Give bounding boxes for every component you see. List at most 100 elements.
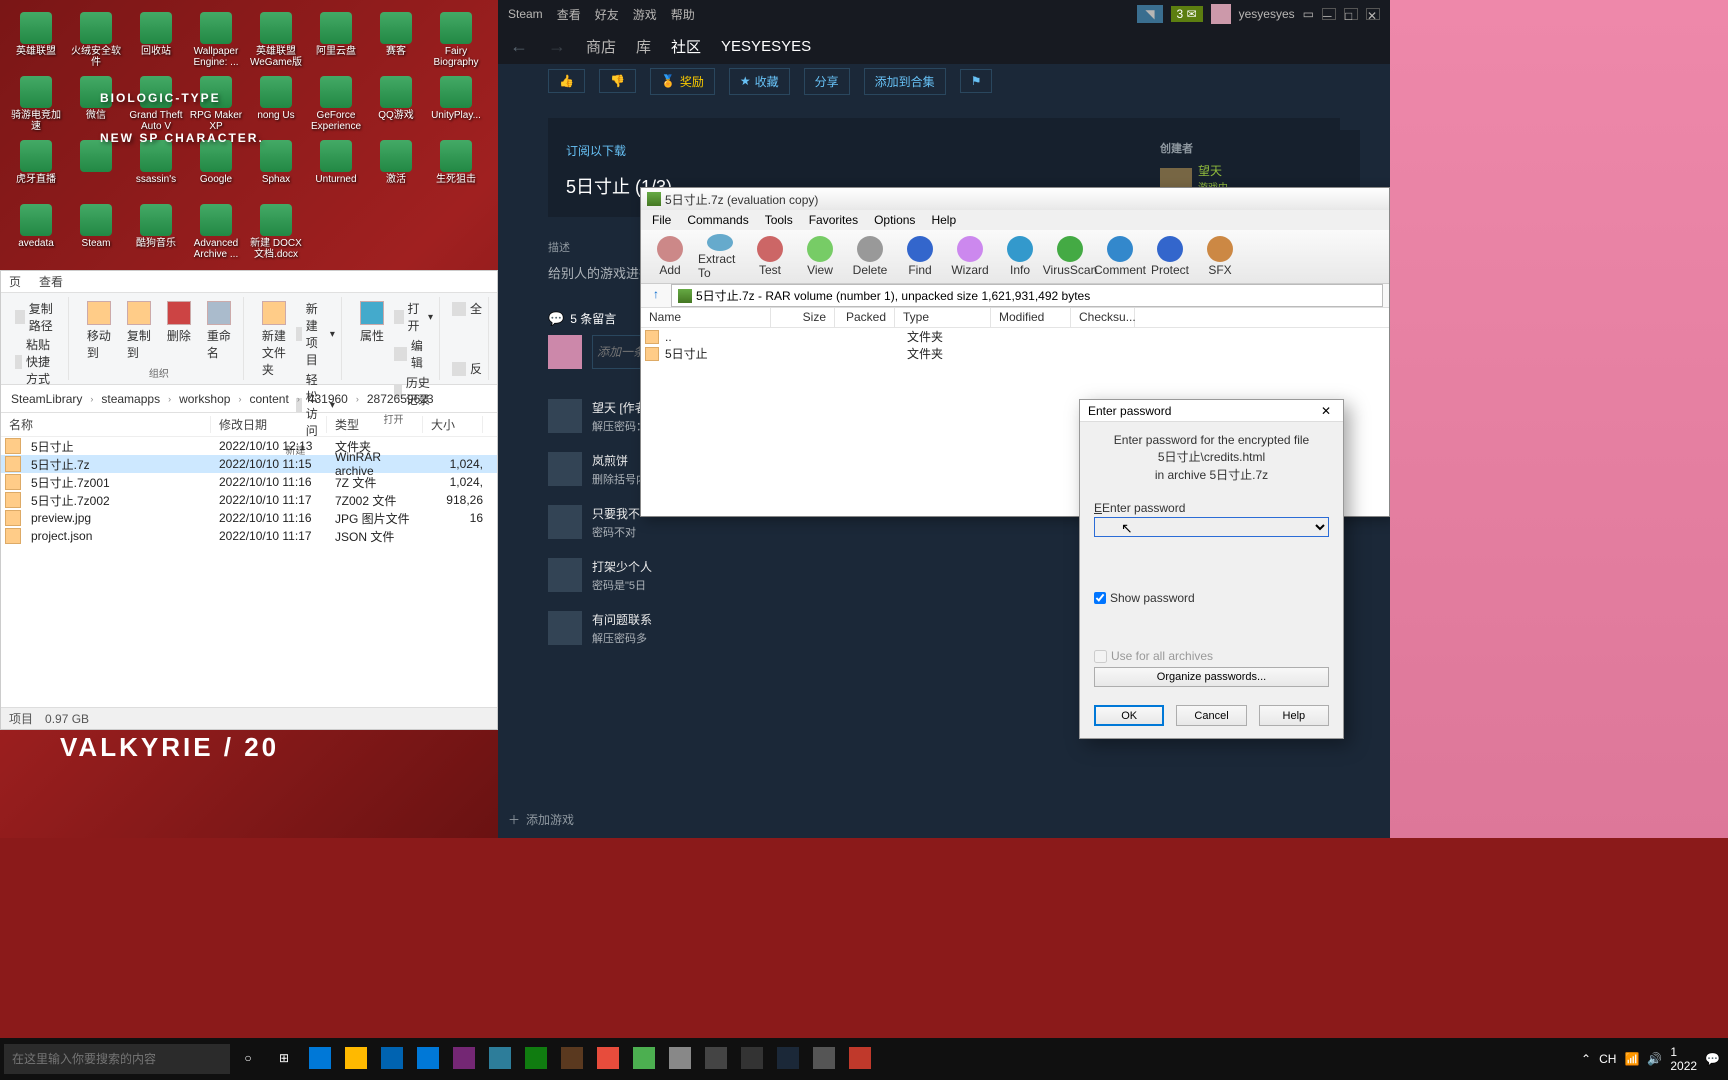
desktop-icon[interactable]: UnityPlay... <box>428 72 484 132</box>
copy-to-button[interactable]: 复制到 <box>121 299 157 363</box>
taskbar-app[interactable] <box>698 1038 734 1080</box>
winrar-tool-find[interactable]: Find <box>897 233 943 281</box>
col-packed[interactable]: Packed <box>835 308 895 327</box>
desktop-icon[interactable]: Advanced Archive ... <box>188 200 244 260</box>
back-button[interactable]: ← <box>510 36 528 57</box>
col-modified[interactable]: Modified <box>991 308 1071 327</box>
notification-center-icon[interactable]: 💬 <box>1705 1052 1720 1066</box>
organize-passwords-button[interactable]: Organize passwords... <box>1094 667 1329 687</box>
col-size[interactable]: Size <box>771 308 835 327</box>
add-game-button[interactable]: ＋ 添加游戏 <box>508 811 574 828</box>
ime-indicator[interactable]: CH <box>1599 1052 1616 1066</box>
steam-menu-item[interactable]: 帮助 <box>671 6 695 23</box>
desktop-icon[interactable]: Wallpaper Engine: ... <box>188 8 244 68</box>
select-all-button[interactable]: 全 <box>452 299 482 318</box>
winrar-menu-item[interactable]: Commands <box>680 211 755 229</box>
file-row[interactable]: 5日寸止.7z2022/10/10 11:15WinRAR archive1,0… <box>1 455 497 473</box>
file-list[interactable]: 5日寸止2022/10/10 12:13文件夹5日寸止.7z2022/10/10… <box>1 437 497 697</box>
favorite-button[interactable]: ★ 收藏 <box>729 68 790 95</box>
comment-avatar[interactable] <box>548 399 582 433</box>
thumbs-down-button[interactable]: 👎 <box>599 69 636 93</box>
taskbar-app[interactable] <box>842 1038 878 1080</box>
taskbar-app[interactable] <box>482 1038 518 1080</box>
winrar-tool-sfx[interactable]: SFX <box>1197 233 1243 281</box>
desktop-icon[interactable]: 英雄联盟 <box>8 8 64 68</box>
winrar-tool-view[interactable]: View <box>797 233 843 281</box>
winrar-menu-item[interactable]: Favorites <box>802 211 865 229</box>
winrar-menu-item[interactable]: Help <box>924 211 963 229</box>
desktop-icon[interactable]: 回收站 <box>128 8 184 68</box>
creator-name[interactable]: 望天 <box>1198 162 1277 179</box>
winrar-titlebar[interactable]: 5日寸止.7z (evaluation copy) <box>641 188 1389 210</box>
desktop-icon[interactable]: Fairy Biography <box>428 8 484 68</box>
winrar-tool-add[interactable]: Add <box>647 233 693 281</box>
winrar-tool-info[interactable]: Info <box>997 233 1043 281</box>
desktop-icon[interactable]: 英雄联盟 WeGame版 <box>248 8 304 68</box>
move-to-button[interactable]: 移动到 <box>81 299 117 363</box>
col-type[interactable]: 类型 <box>327 416 423 433</box>
desktop-icon[interactable]: 骑游电竞加速 <box>8 72 64 132</box>
winrar-tool-comment[interactable]: Comment <box>1097 233 1143 281</box>
tray-overflow-icon[interactable]: ⌃ <box>1581 1052 1591 1066</box>
up-button[interactable]: ↑ <box>647 287 665 305</box>
tab-view[interactable]: 查看 <box>39 273 63 290</box>
add-collection-button[interactable]: 添加到合集 <box>864 68 946 95</box>
winrar-tool-virusscan[interactable]: VirusScan <box>1047 233 1093 281</box>
username[interactable]: yesyesyes <box>1239 7 1295 21</box>
paste-shortcut-button[interactable]: 粘贴快捷方式 <box>26 336 62 387</box>
desktop-icon[interactable]: avedata <box>8 200 64 260</box>
notification-icon[interactable]: ◥ <box>1137 5 1162 23</box>
winrar-pathbar[interactable]: ↑ 5日寸止.7z - RAR volume (number 1), unpac… <box>641 284 1389 308</box>
archive-row[interactable]: ..文件夹 <box>641 328 1389 345</box>
vr-icon[interactable]: ▭ <box>1303 7 1314 21</box>
taskbar-app[interactable] <box>734 1038 770 1080</box>
col-type[interactable]: Type <box>895 308 991 327</box>
nav-profile[interactable]: YESYESYES <box>721 38 811 55</box>
desktop-icon[interactable]: 酷狗音乐 <box>128 200 184 260</box>
taskbar-app[interactable] <box>338 1038 374 1080</box>
system-tray[interactable]: ⌃ CH 📶 🔊 12022 💬 <box>1573 1045 1728 1073</box>
breadcrumb[interactable]: content <box>245 390 292 408</box>
mail-badge[interactable]: 3 ✉ <box>1171 6 1203 22</box>
desktop-icon[interactable]: 新建 DOCX 文档.docx <box>248 200 304 260</box>
edit-button[interactable]: 编辑 <box>394 336 433 372</box>
file-explorer-window[interactable]: 页 查看 复制路径 粘贴快捷方式 移动到 复制到 删除 重命名 组织 新建文件夹… <box>0 270 498 730</box>
desktop-icon[interactable]: 生死狙击 <box>428 136 484 196</box>
desktop-icon[interactable]: 虎牙直播 <box>8 136 64 196</box>
desktop-icon[interactable]: Unturned <box>308 136 364 196</box>
desktop-icon[interactable]: QQ游戏 <box>368 72 424 132</box>
close-icon[interactable]: ✕ <box>1317 404 1335 418</box>
nav-store[interactable]: 商店 <box>586 36 616 57</box>
password-input[interactable] <box>1094 517 1329 537</box>
taskbar-app[interactable] <box>806 1038 842 1080</box>
archive-row[interactable]: 5日寸止文件夹 <box>641 345 1389 362</box>
cortana-button[interactable]: ○ <box>230 1038 266 1080</box>
taskview-button[interactable]: ⊞ <box>266 1038 302 1080</box>
avatar[interactable] <box>1211 4 1231 24</box>
taskbar-app[interactable] <box>590 1038 626 1080</box>
thumbs-up-button[interactable]: 👍 <box>548 69 585 93</box>
clock[interactable]: 12022 <box>1670 1045 1697 1073</box>
taskbar-app[interactable] <box>770 1038 806 1080</box>
breadcrumb[interactable]: 2872659623 <box>363 390 438 408</box>
file-row[interactable]: project.json2022/10/10 11:17JSON 文件 <box>1 527 497 545</box>
ok-button[interactable]: OK <box>1094 705 1164 726</box>
winrar-tool-protect[interactable]: Protect <box>1147 233 1193 281</box>
open-button[interactable]: 打开 ▾ <box>394 299 433 335</box>
taskbar-search-input[interactable] <box>4 1044 230 1074</box>
desktop-icon[interactable]: 火绒安全软件 <box>68 8 124 68</box>
help-button[interactable]: Help <box>1259 705 1329 726</box>
col-modified[interactable]: 修改日期 <box>211 416 327 433</box>
taskbar-app[interactable] <box>518 1038 554 1080</box>
delete-button[interactable]: 删除 <box>161 299 197 363</box>
winrar-filelist[interactable]: ..文件夹5日寸止文件夹 <box>641 328 1389 362</box>
new-item-button[interactable]: 新建项目 ▾ <box>296 299 335 369</box>
steam-menu-item[interactable]: 好友 <box>595 6 619 23</box>
col-name[interactable]: 名称 <box>1 416 211 433</box>
dialog-titlebar[interactable]: Enter password ✕ <box>1080 400 1343 422</box>
taskbar[interactable]: ○ ⊞ ⌃ CH 📶 🔊 12022 💬 <box>0 1038 1728 1080</box>
flag-button[interactable]: ⚑ <box>960 69 993 93</box>
col-size[interactable]: 大小 <box>423 416 483 433</box>
col-checksum[interactable]: Checksu... <box>1071 308 1135 327</box>
winrar-tool-test[interactable]: Test <box>747 233 793 281</box>
